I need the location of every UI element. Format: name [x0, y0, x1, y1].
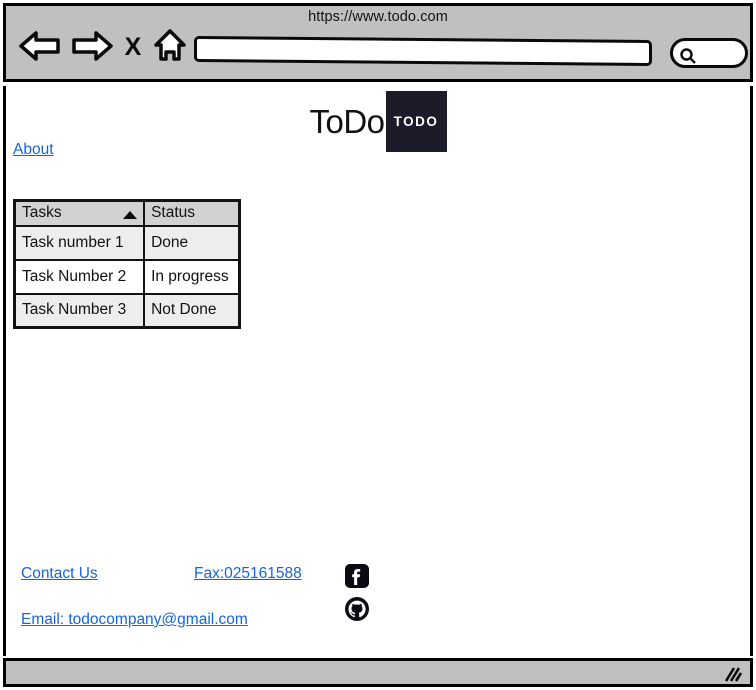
- page-url-title: https://www.todo.com: [308, 9, 448, 25]
- back-arrow-icon[interactable]: [18, 29, 62, 68]
- footer-link-fax[interactable]: Fax:025161588: [194, 565, 302, 583]
- browser-nav-buttons: X: [18, 28, 188, 69]
- svg-text:X: X: [125, 33, 142, 61]
- github-icon[interactable]: [344, 596, 370, 627]
- resize-grip-icon[interactable]: [720, 665, 743, 690]
- home-icon[interactable]: [152, 28, 188, 69]
- magnifier-icon: [679, 47, 697, 70]
- footer-link-email[interactable]: Email: todocompany@gmail.com: [21, 611, 248, 629]
- address-bar[interactable]: [194, 36, 652, 66]
- status-bar: [3, 658, 753, 687]
- close-x-icon[interactable]: X: [122, 30, 144, 67]
- browser-toolbar: https://www.todo.com X: [3, 3, 753, 82]
- facebook-icon[interactable]: [344, 563, 370, 594]
- page-content: ToDo TODO About Tasks Status Task number…: [3, 86, 753, 656]
- forward-arrow-icon[interactable]: [70, 29, 114, 68]
- search-button[interactable]: [670, 38, 748, 68]
- page-footer: Contact Us Fax:025161588 Email: todocomp…: [6, 86, 750, 656]
- footer-social-links: [344, 563, 370, 627]
- footer-link-contact-us[interactable]: Contact Us: [21, 565, 98, 583]
- browser-window: https://www.todo.com X ToDo TODO About T…: [0, 0, 756, 690]
